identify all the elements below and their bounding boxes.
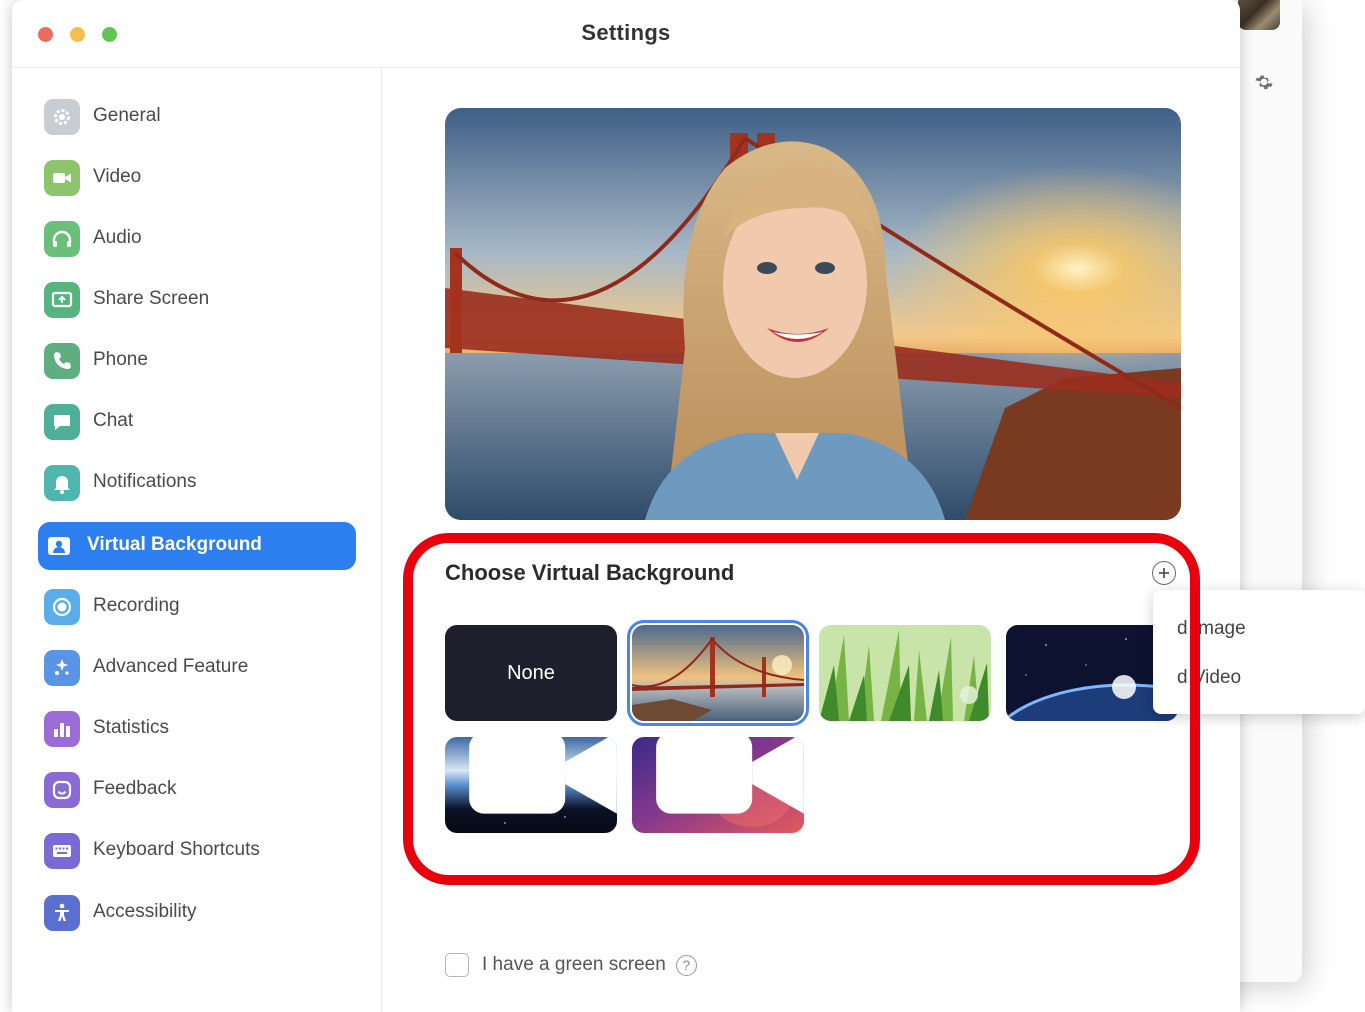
sidebar-item-label: Statistics xyxy=(93,717,170,738)
sidebar-item-label: General xyxy=(93,105,161,126)
sidebar-item-label: Keyboard Shortcuts xyxy=(93,839,260,860)
add-video-menu-item[interactable]: d Video xyxy=(1177,667,1241,689)
smiley-icon xyxy=(44,772,80,808)
video-preview xyxy=(445,108,1181,520)
video-camera-icon xyxy=(469,737,617,814)
background-earth-horizon-video[interactable] xyxy=(445,737,617,833)
phone-icon xyxy=(44,343,80,379)
sidebar-item-share-screen[interactable]: Share Screen xyxy=(38,276,356,324)
share-screen-icon xyxy=(44,282,80,318)
background-none-label: None xyxy=(507,661,555,684)
sidebar-item-label: Notifications xyxy=(93,471,197,492)
avatar[interactable] xyxy=(1238,0,1280,30)
add-image-menu-item[interactable]: d Image xyxy=(1177,618,1246,640)
background-golden-gate-bridge[interactable] xyxy=(627,620,809,726)
sidebar-item-label: Accessibility xyxy=(93,901,197,922)
background-grass[interactable] xyxy=(819,625,991,721)
person-frame-icon xyxy=(46,534,72,558)
section-title: Choose Virtual Background xyxy=(445,560,735,585)
background-purple-gradient-video[interactable] xyxy=(632,737,804,833)
sidebar-item-statistics[interactable]: Statistics xyxy=(38,705,356,753)
record-icon xyxy=(44,589,80,625)
headphones-icon xyxy=(44,221,80,257)
sidebar-item-video[interactable]: Video xyxy=(38,154,356,202)
green-screen-checkbox[interactable] xyxy=(445,953,469,977)
sidebar-item-notifications[interactable]: Notifications xyxy=(38,459,356,507)
plus-icon xyxy=(1159,568,1169,578)
gear-icon xyxy=(44,99,80,135)
sidebar-item-advanced-feature[interactable]: Advanced Feature xyxy=(38,644,356,692)
help-icon[interactable]: ? xyxy=(675,954,697,976)
sidebar-item-general[interactable]: General xyxy=(38,93,356,141)
sidebar-item-label: Recording xyxy=(93,595,180,616)
sparkle-icon xyxy=(44,650,80,686)
sidebar-item-label: Phone xyxy=(93,349,148,370)
virtual-background-panel: Choose Virtual Background None I have a … xyxy=(382,68,1240,1012)
bar-chart-icon xyxy=(44,711,80,747)
sidebar-item-phone[interactable]: Phone xyxy=(38,337,356,385)
sidebar-item-label: Virtual Background xyxy=(87,534,262,555)
add-background-button[interactable] xyxy=(1152,561,1176,585)
accessibility-icon xyxy=(44,895,80,931)
sidebar-item-label: Audio xyxy=(93,227,142,248)
sidebar-item-chat[interactable]: Chat xyxy=(38,398,356,446)
keyboard-icon xyxy=(44,833,80,869)
add-background-menu: d Image d Video xyxy=(1153,590,1365,714)
sidebar-item-recording[interactable]: Recording xyxy=(38,583,356,631)
sidebar-item-label: Chat xyxy=(93,410,134,431)
green-screen-option[interactable]: I have a green screen ? xyxy=(445,952,697,978)
settings-window: Settings General Video Audio Share Scree… xyxy=(12,0,1240,1012)
title-bar: Settings xyxy=(12,0,1240,68)
sidebar-item-audio[interactable]: Audio xyxy=(38,215,356,263)
video-camera-icon xyxy=(656,737,804,814)
window-title: Settings xyxy=(581,20,671,45)
sidebar-item-label: Video xyxy=(93,166,142,187)
sidebar-item-virtual-background[interactable]: Virtual Background xyxy=(38,522,356,570)
sidebar-item-label: Advanced Feature xyxy=(93,656,249,677)
green-screen-label: I have a green screen xyxy=(482,954,666,975)
settings-sidebar: General Video Audio Share Screen Phone C… xyxy=(12,68,382,1012)
background-none[interactable]: None xyxy=(445,625,617,721)
sidebar-item-accessibility[interactable]: Accessibility xyxy=(38,889,356,937)
sidebar-item-label: Feedback xyxy=(93,778,177,799)
sidebar-item-keyboard-shortcuts[interactable]: Keyboard Shortcuts xyxy=(38,827,356,875)
video-camera-icon xyxy=(44,160,80,196)
chat-icon xyxy=(44,404,80,440)
sidebar-item-feedback[interactable]: Feedback xyxy=(38,766,356,814)
gear-icon[interactable] xyxy=(1252,70,1276,94)
bell-icon xyxy=(44,465,80,501)
sidebar-item-label: Share Screen xyxy=(93,288,210,309)
